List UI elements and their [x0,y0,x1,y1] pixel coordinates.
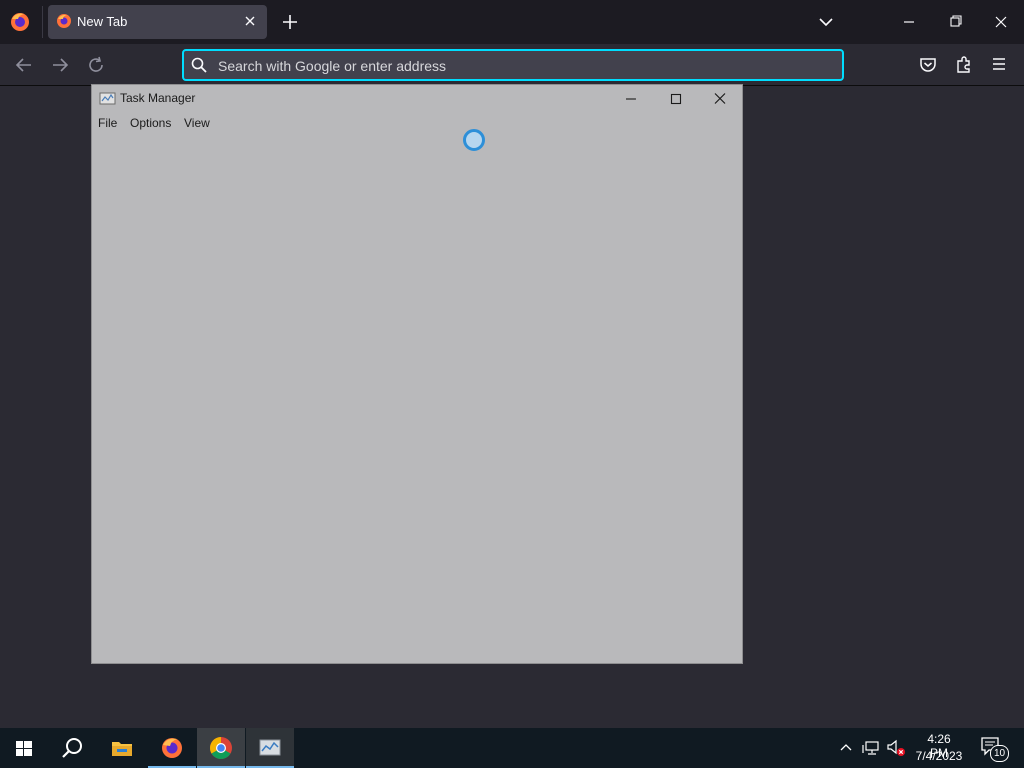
restore-icon[interactable] [943,11,967,33]
tab-separator [42,6,43,38]
reload-icon[interactable] [84,53,108,77]
close-tab-icon[interactable] [241,12,259,30]
chrome-taskbar-icon[interactable] [197,728,245,768]
pocket-icon[interactable] [917,53,939,75]
firefox-icon [56,13,72,29]
new-tab-plus-icon[interactable] [279,11,301,33]
notification-count-badge: 10 [990,745,1009,762]
address-bar[interactable] [182,49,844,81]
browser-tab-strip: New Tab [0,0,1024,44]
minimize-icon[interactable] [897,11,921,33]
close-window-icon[interactable] [989,11,1013,33]
file-explorer-icon[interactable] [98,728,146,768]
task-manager-window[interactable]: Task Manager File Options View [91,84,743,664]
browser-nav-bar [0,44,1024,86]
taskbar-search-icon[interactable] [48,728,96,768]
back-arrow-icon[interactable] [12,53,36,77]
action-center-notification-icon[interactable]: 10 [980,736,1009,762]
loading-spinner-icon [463,129,485,151]
task-manager-taskbar-icon[interactable] [246,728,294,768]
firefox-taskbar-icon[interactable] [148,728,196,768]
taskbar: 4:26 PM 7/4/2023 10 [0,728,1024,768]
minimize-icon[interactable] [620,89,642,109]
network-icon[interactable] [862,740,880,756]
maximize-icon[interactable] [665,89,687,109]
tab-new-tab[interactable]: New Tab [48,5,267,39]
task-manager-icon [99,91,117,107]
clock-date[interactable]: 7/4/2023 [912,749,966,763]
menu-options[interactable]: Options [130,116,171,130]
window-title: Task Manager [120,91,196,105]
menu-view[interactable]: View [184,116,210,130]
menu-file[interactable]: File [98,116,117,130]
start-button[interactable] [0,728,48,768]
close-window-icon[interactable] [709,89,731,109]
show-hidden-icons-chevron-icon[interactable] [838,740,854,756]
forward-arrow-icon[interactable] [48,53,72,77]
list-all-tabs-chevron-icon[interactable] [815,11,837,33]
firefox-view-icon[interactable] [8,10,32,34]
extensions-puzzle-icon[interactable] [953,53,975,75]
tab-title: New Tab [77,14,128,29]
address-input[interactable] [216,53,820,79]
volume-muted-icon[interactable] [886,739,906,757]
search-icon [190,56,208,74]
hamburger-menu-icon[interactable] [988,53,1010,75]
